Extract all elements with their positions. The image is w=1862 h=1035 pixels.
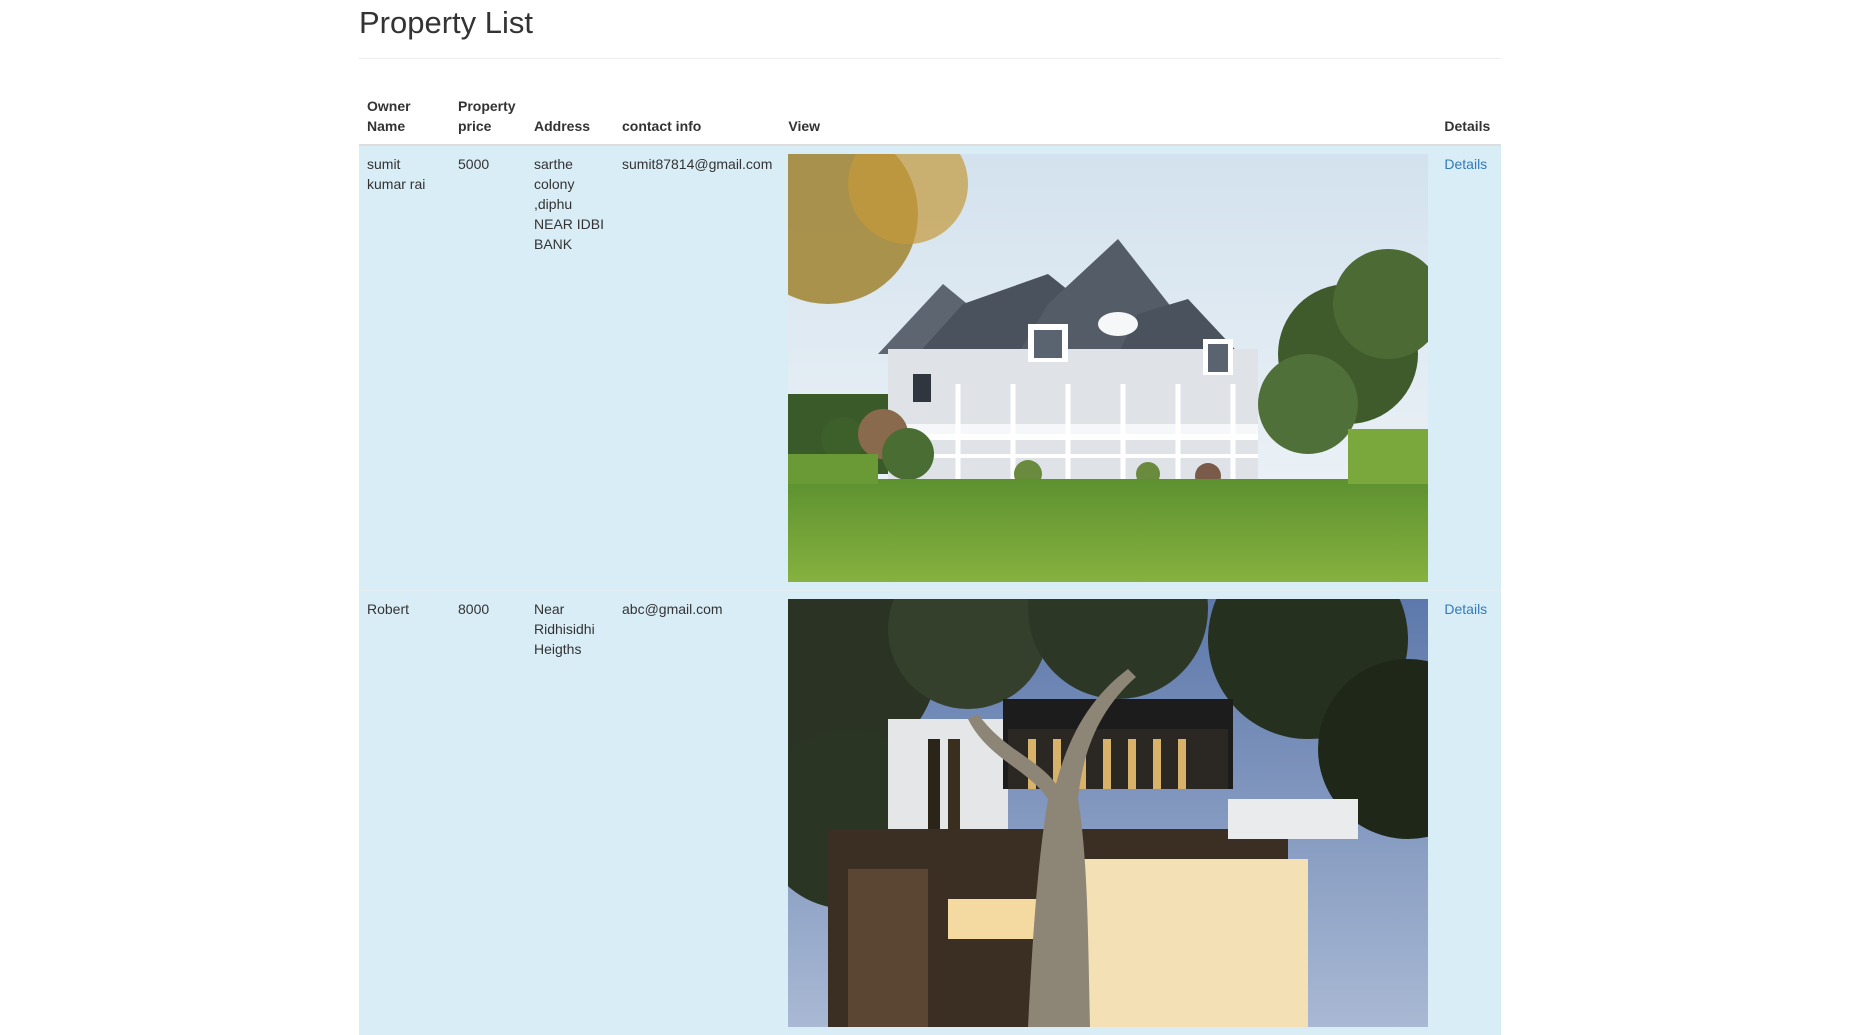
header-property-price: Property price (450, 88, 526, 145)
page-title: Property List (359, 0, 1501, 40)
header-contact-info: contact info (614, 88, 780, 145)
table-header-row: Owner Name Property price Address contac… (359, 88, 1501, 145)
property-price-cell: 5000 (450, 145, 526, 591)
header-view: View (780, 88, 1436, 145)
header-details: Details (1436, 88, 1501, 145)
view-cell (780, 145, 1436, 591)
details-cell: Details (1436, 145, 1501, 591)
contact-info-cell: abc@gmail.com (614, 591, 780, 1035)
house-photo-illustration (788, 154, 1428, 582)
table-row: sumit kumar rai 5000 sarthe colony ,diph… (359, 145, 1501, 591)
details-link[interactable]: Details (1444, 601, 1487, 617)
property-photo (788, 599, 1428, 1027)
property-price-cell: 8000 (450, 591, 526, 1035)
property-photo (788, 154, 1428, 582)
address-cell: Near Ridhisidhi Heigths (526, 591, 614, 1035)
title-divider (359, 58, 1501, 59)
table-row: Robert 8000 Near Ridhisidhi Heigths abc@… (359, 591, 1501, 1035)
view-cell (780, 591, 1436, 1035)
main-container: Property List Owner Name Property price … (359, 0, 1501, 1035)
details-link[interactable]: Details (1444, 156, 1487, 172)
address-cell: sarthe colony ,diphu NEAR IDBI BANK (526, 145, 614, 591)
header-owner-name: Owner Name (359, 88, 450, 145)
contact-info-cell: sumit87814@gmail.com (614, 145, 780, 591)
property-table: Owner Name Property price Address contac… (359, 88, 1501, 1035)
owner-name-cell: sumit kumar rai (359, 145, 450, 591)
details-cell: Details (1436, 591, 1501, 1035)
house-photo-illustration (788, 599, 1428, 1027)
owner-name-cell: Robert (359, 591, 450, 1035)
header-address: Address (526, 88, 614, 145)
